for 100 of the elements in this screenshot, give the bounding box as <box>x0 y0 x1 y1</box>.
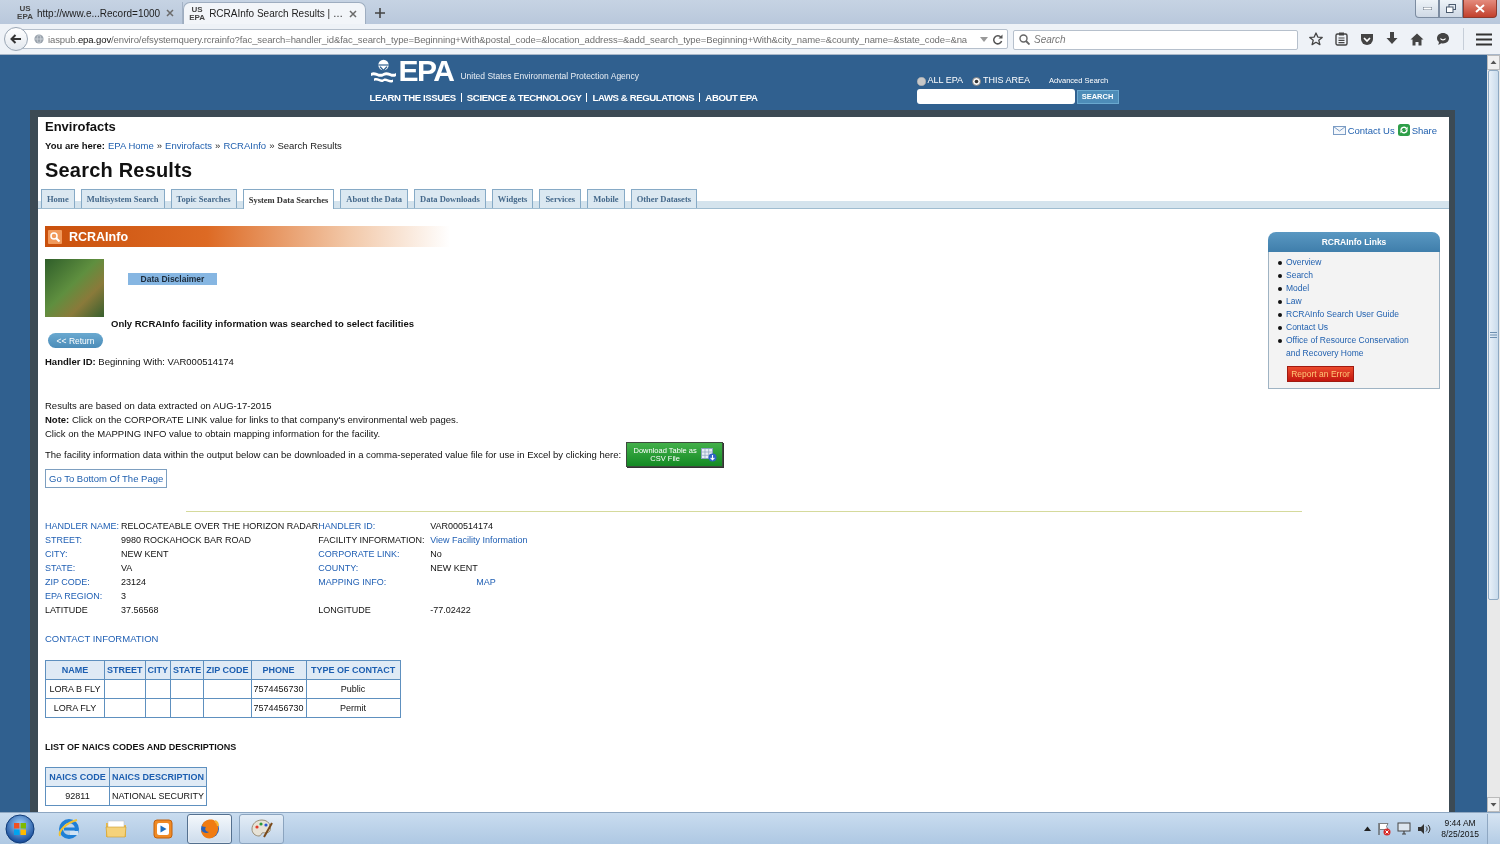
star-icon[interactable] <box>1309 32 1323 46</box>
taskbar-button[interactable] <box>187 813 232 844</box>
sidebar-link[interactable]: RCRAInfo Search User Guide <box>1286 308 1399 321</box>
field-value: NEW KENT <box>430 562 479 575</box>
plus-icon[interactable] <box>374 8 385 18</box>
start-orb-icon[interactable] <box>4 813 36 844</box>
radio-label[interactable]: THIS AREA <box>983 75 1031 85</box>
chevron-badge-icon[interactable] <box>1360 32 1374 46</box>
minimize-button[interactable] <box>1415 0 1439 18</box>
field-value: VAR000514174 <box>430 520 495 533</box>
nav-link[interactable]: LEARN THE ISSUES <box>369 92 456 103</box>
nav-tab[interactable]: System Data Searches <box>242 189 335 209</box>
table-cell: 7574456730 <box>251 698 307 718</box>
reload-icon[interactable] <box>992 33 1003 45</box>
field-label[interactable]: COUNTY: <box>318 561 431 575</box>
map-link[interactable]: MAP <box>476 577 496 587</box>
radio-label[interactable]: ALL EPA <box>927 75 964 85</box>
breadcrumb-link[interactable]: Envirofacts <box>165 140 213 152</box>
clock-time[interactable]: 9:44 AM <box>1444 817 1476 829</box>
breadcrumb-link[interactable]: EPA Home <box>108 140 154 152</box>
nav-tab[interactable]: Home <box>41 189 75 208</box>
sidebar-link[interactable]: Overview <box>1286 256 1322 269</box>
section-heading-link[interactable]: CONTACT INFORMATION <box>45 633 159 645</box>
table-cell: LORA FLY <box>45 698 105 718</box>
restore-button[interactable] <box>1439 0 1463 18</box>
nav-link[interactable]: LAWS & REGULATIONS <box>592 92 695 103</box>
search-input[interactable] <box>916 89 1075 104</box>
info-text: Results are based on data extracted on AUG-17-2015 <box>45 399 273 413</box>
nav-tab[interactable]: Mobile <box>587 189 625 208</box>
agency-name: United States Environmental Protection Agency <box>460 71 640 83</box>
sidebar-link[interactable]: Office of Resource Conservation and Recovery Home <box>1286 334 1418 360</box>
back-button[interactable] <box>4 27 28 51</box>
contact-us-link[interactable]: Contact Us <box>1332 124 1395 136</box>
info-text: Note: Click on the CORPORATE LINK value for links to that company's environmental web pages. <box>45 413 460 427</box>
sidebar-link[interactable]: Model <box>1286 282 1310 295</box>
breadcrumb-current: Search Results <box>277 140 342 152</box>
close-button[interactable] <box>1463 0 1497 18</box>
nav-tab[interactable]: About the Data <box>340 189 409 208</box>
home-icon[interactable] <box>1410 32 1424 46</box>
field-value: 3 <box>121 590 127 603</box>
field-label[interactable]: ZIP CODE: <box>45 575 121 589</box>
menu-icon[interactable] <box>1476 32 1492 46</box>
clipboard-icon[interactable] <box>1335 32 1348 46</box>
field-value: -77.02422 <box>430 604 472 617</box>
search-field[interactable]: Search <box>1013 29 1298 50</box>
speaker-icon[interactable] <box>1417 822 1432 835</box>
restore-icon <box>1446 4 1456 13</box>
field-label[interactable]: STREET: <box>45 533 121 547</box>
table-cell: Public <box>306 679 401 699</box>
nav-tab[interactable]: Data Downloads <box>414 189 486 208</box>
logo-wordmark[interactable]: EPA <box>398 58 454 83</box>
field-label[interactable]: HANDLER NAME: <box>45 519 121 533</box>
clock-date[interactable]: 8/25/2015 <box>1441 828 1479 840</box>
field-label[interactable]: CITY: <box>45 547 121 561</box>
data-disclaimer-button[interactable]: Data Disclaimer <box>128 273 217 285</box>
share-link[interactable]: Share <box>1397 124 1437 136</box>
nav-link[interactable]: SCIENCE & TECHNOLOGY <box>466 92 582 103</box>
facility-info-link[interactable]: View Facility Information <box>430 535 528 545</box>
column-header: NAICS DESCRIPTION <box>109 767 207 787</box>
radio-icon[interactable] <box>916 77 926 86</box>
column-header: ZIP CODE <box>203 660 252 680</box>
bottom-of-page-link[interactable]: Go To Bottom Of The Page <box>45 469 168 488</box>
sidebar-link[interactable]: Law <box>1286 295 1302 308</box>
caret-down-icon[interactable] <box>980 36 988 42</box>
taskbar-button[interactable] <box>239 813 284 844</box>
bullet-icon <box>1278 338 1282 343</box>
field-value: 37.56568 <box>121 603 319 617</box>
nav-tab[interactable]: Topic Searches <box>170 189 237 208</box>
flag-icon[interactable] <box>1377 821 1392 836</box>
field-label[interactable]: EPA REGION: <box>45 589 121 603</box>
field-label[interactable]: HANDLER ID: <box>318 519 431 533</box>
table-cell: 7574456730 <box>251 679 307 699</box>
sidebar-link[interactable]: Contact Us <box>1286 321 1329 334</box>
radio-icon[interactable] <box>972 77 982 86</box>
spreadsheet-icon <box>701 447 718 462</box>
nav-tab[interactable]: Multisystem Search <box>80 189 165 208</box>
breadcrumb-link[interactable]: RCRAInfo <box>223 140 267 152</box>
scrollbar-thumb[interactable] <box>1488 70 1499 600</box>
close-icon[interactable] <box>166 9 175 17</box>
report-error-button[interactable]: Report an Error <box>1287 366 1354 382</box>
emblem-icon[interactable] <box>369 59 397 83</box>
field-label[interactable]: CORPORATE LINK: <box>318 547 431 561</box>
magnifier-icon <box>48 229 62 244</box>
bullet-icon <box>1278 273 1282 278</box>
close-icon[interactable] <box>348 9 357 18</box>
download-icon[interactable] <box>1386 32 1398 46</box>
monitor-icon[interactable] <box>1397 822 1412 835</box>
site-title: Envirofacts <box>45 119 117 135</box>
sidebar-link[interactable]: Search <box>1286 269 1313 282</box>
nav-link[interactable]: ABOUT EPA <box>705 92 758 103</box>
nav-tab[interactable]: Services <box>539 189 582 208</box>
nav-tab[interactable]: Other Datasets <box>630 189 697 208</box>
table-cell: LORA B FLY <box>45 679 105 699</box>
nav-tab[interactable]: Widgets <box>491 189 534 208</box>
field-label[interactable]: STATE: <box>45 561 121 575</box>
page-title: Search Results <box>45 158 194 182</box>
caret-up-icon[interactable] <box>1364 826 1372 831</box>
chat-bubble-icon[interactable] <box>1436 32 1450 46</box>
field-label[interactable]: MAPPING INFO: <box>318 575 431 589</box>
search-scope-note: Only RCRAInfo facility information was searched to select facilities <box>111 318 416 330</box>
